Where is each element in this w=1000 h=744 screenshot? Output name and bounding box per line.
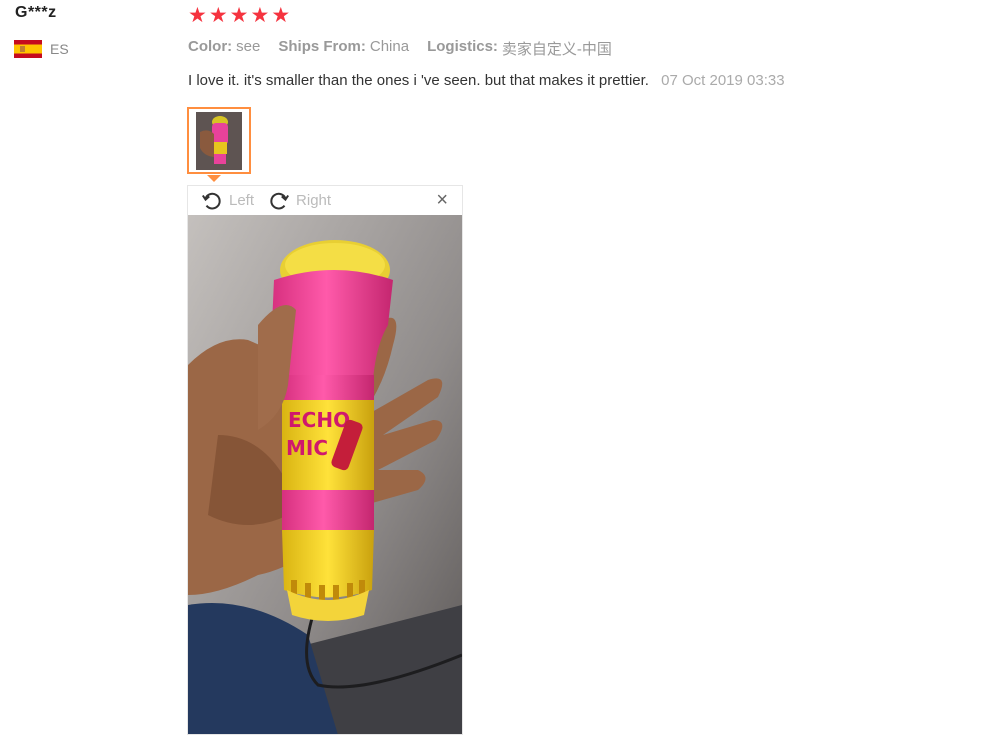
thumbnail-pointer: [207, 175, 221, 182]
meta-value: see: [236, 38, 261, 55]
viewer-toolbar: Left Right ×: [188, 186, 462, 215]
star-icon: ★: [271, 4, 291, 27]
review-meta: Color: see Ships From: China Logistics: …: [188, 38, 612, 59]
thumbnail-image: [196, 111, 242, 170]
mic-label-line2: MIC: [286, 436, 328, 460]
review-text: I love it. it's smaller than the ones i …: [188, 72, 649, 89]
star-icon: ★: [188, 4, 207, 27]
rotate-right-icon: [270, 192, 290, 209]
meta-color: Color: see: [188, 38, 260, 59]
mic-label-line1: ECHO: [288, 408, 350, 432]
rotate-left-icon: [201, 192, 221, 209]
meta-key: Logistics:: [427, 38, 498, 55]
meta-key: Color:: [188, 38, 233, 55]
reviewer-name: G***z: [15, 4, 57, 21]
review-photo-thumbnail[interactable]: [187, 107, 251, 174]
rotate-left-button[interactable]: Left: [201, 190, 254, 212]
spain-flag-icon: [14, 40, 42, 58]
rotate-left-label: Left: [229, 192, 255, 209]
star-icon: ★: [250, 4, 270, 27]
meta-key: Ships From:: [278, 38, 366, 55]
country-code: ES: [50, 41, 69, 57]
rotate-right-label: Right: [296, 192, 332, 209]
review-photo: ECHO MIC: [188, 215, 462, 734]
star-icon: ★: [229, 4, 249, 27]
meta-value: 卖家自定义-中国: [501, 41, 612, 58]
review-content: I love it. it's smaller than the ones i …: [188, 72, 785, 89]
meta-ships-from: Ships From: China: [278, 38, 409, 59]
star-icon: ★: [208, 4, 228, 27]
photo-viewer: Left Right × ECHO MIC: [187, 185, 463, 735]
meta-logistics: Logistics: 卖家自定义-中国: [427, 38, 612, 59]
rotate-right-button[interactable]: Right: [268, 190, 331, 212]
close-icon[interactable]: ×: [436, 189, 448, 211]
meta-value: China: [369, 38, 410, 55]
rating-stars: ★ ★ ★ ★ ★: [188, 4, 291, 27]
reviewer-country: ES: [14, 40, 69, 58]
review-date: 07 Oct 2019 03:33: [661, 72, 785, 89]
